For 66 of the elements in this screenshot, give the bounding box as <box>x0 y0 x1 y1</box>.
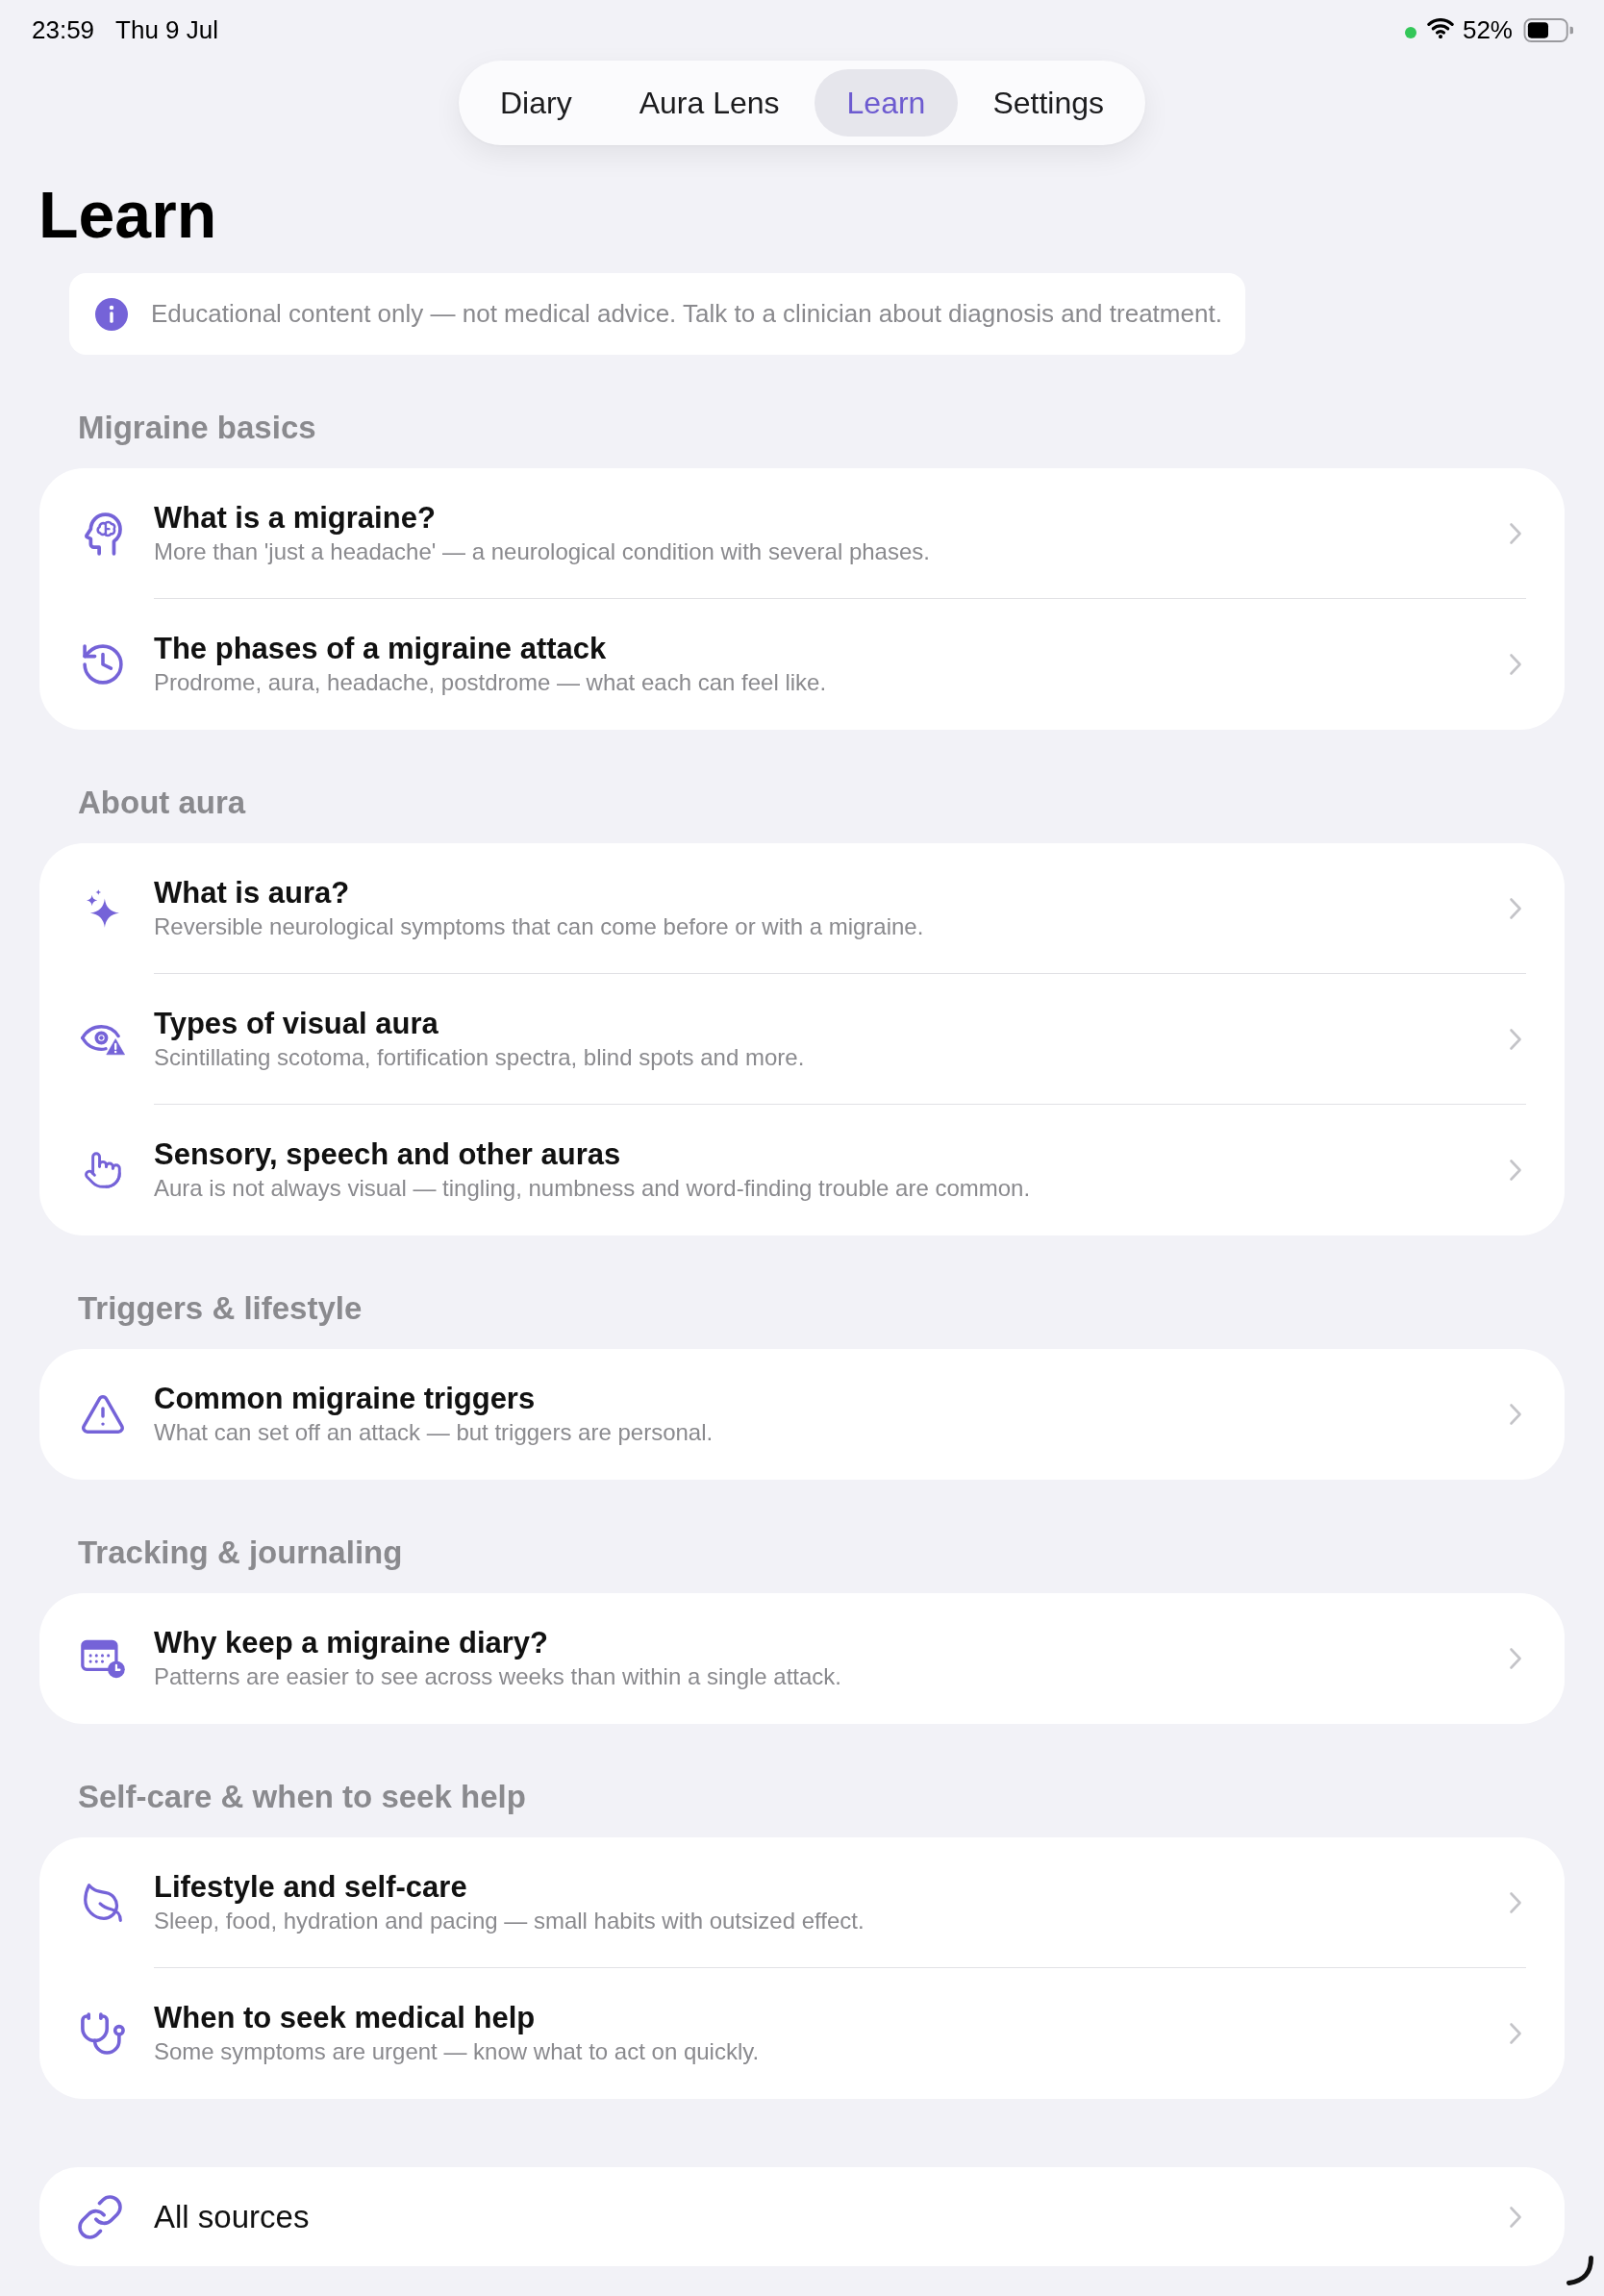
topic-title: What is aura? <box>154 874 350 911</box>
warning-icon <box>82 1395 124 1434</box>
chevron-icon <box>1509 2022 1522 2045</box>
wifi-icon <box>1426 18 1454 38</box>
chevron-icon <box>1509 1027 1522 1051</box>
sources-link[interactable]: All sources <box>39 2167 1565 2266</box>
tab[interactable]: Learn <box>814 69 959 137</box>
leaf-icon <box>84 1884 122 1922</box>
chevron-icon <box>1509 1403 1522 1426</box>
topic-title: The phases of a migraine attack <box>154 631 607 667</box>
topic-title: Lifestyle and self-care <box>154 1868 467 1906</box>
topic-description: Patterns are easier to see across weeks than within a single attack. <box>154 1662 842 1691</box>
info-icon <box>95 297 128 331</box>
topic-title: Why keep a migraine diary? <box>154 1625 549 1661</box>
topic-description: Prodrome, aura, headache, postdrome — what each can feel like. <box>154 668 827 697</box>
page-title: Learn <box>38 177 217 253</box>
topic-title: Common migraine triggers <box>154 1381 536 1417</box>
topic-description: Sleep, food, hydration and pacing — small habits with outsized effect. <box>154 1906 865 1935</box>
section-header: About aura <box>78 784 246 822</box>
topic-description: Reversible neurological symptoms that can come before or with a migraine. <box>154 911 924 941</box>
topic-row[interactable]: Types of visual aura Scintillating scotoma, fortification spectra, blind spots and more. <box>39 974 1565 1105</box>
chevron-icon <box>1509 1890 1522 1914</box>
notice-text: Educational content only — not medical advice. Talk to a clinician about diagnosis and treatment. <box>151 299 1222 329</box>
calendar-clock-icon <box>81 1638 125 1679</box>
section-header: Triggers & lifestyle <box>78 1289 363 1328</box>
link-icon <box>78 2194 122 2239</box>
sparkle-icon <box>87 889 119 928</box>
clock-arrow-icon <box>83 644 123 685</box>
topic-description: Aura is not always visual — tingling, numbness and word-finding trouble are common. <box>154 1174 1031 1203</box>
section-header: Migraine basics <box>78 409 316 447</box>
battery-icon <box>1523 18 1574 42</box>
topic-row[interactable]: What is a migraine? More than 'just a headache' — a neurological condition with several phases. <box>39 468 1565 599</box>
tab[interactable]: Diary <box>467 69 605 137</box>
scroll-indicator <box>1566 2255 1594 2286</box>
stethoscope-icon <box>81 2010 125 2057</box>
topic-row[interactable]: Lifestyle and self-care Sleep, food, hydration and pacing — small habits with outsized effect. <box>39 1837 1565 1968</box>
pointing-hand-icon <box>85 1152 121 1188</box>
battery-percentage: 52% <box>1462 15 1513 45</box>
topic-description: More than 'just a headache' — a neurological condition with several phases. <box>154 537 930 566</box>
section-header: Self-care & when to seek help <box>78 1778 526 1816</box>
topic-title: Types of visual aura <box>154 1005 439 1042</box>
topic-row[interactable]: When to seek medical help Some symptoms are urgent — know what to act on quickly. <box>39 1968 1565 2099</box>
tab[interactable]: Aura Lens <box>606 69 813 137</box>
chevron-icon <box>1509 1647 1522 1670</box>
topic-row[interactable]: Why keep a migraine diary? Patterns are easier to see across weeks than within a single attack. <box>39 1593 1565 1724</box>
topic-description: What can set off an attack — but triggers are personal. <box>154 1418 714 1447</box>
status-date: Thu 9 Jul <box>115 15 219 45</box>
topic-title: Sensory, speech and other auras <box>154 1136 621 1173</box>
topic-row[interactable]: The phases of a migraine attack Prodrome, aura, headache, postdrome — what each can feel like. <box>39 599 1565 730</box>
indicator-dot-icon <box>1404 27 1416 38</box>
topic-row[interactable]: Sensory, speech and other auras Aura is not always visual — tingling, numbness and word-finding trouble are common. <box>39 1105 1565 1235</box>
brain-head-icon <box>84 512 122 556</box>
topic-row[interactable]: Common migraine triggers What can set off an attack — but triggers are personal. <box>39 1349 1565 1480</box>
topic-title: When to seek medical help <box>154 2000 536 2036</box>
topic-description: Some symptoms are urgent — know what to act on quickly. <box>154 2037 760 2066</box>
chevron-icon <box>1509 521 1522 545</box>
chevron-icon <box>1509 653 1522 676</box>
chevron-icon <box>1509 2205 1522 2229</box>
section-header: Tracking & journaling <box>78 1534 403 1572</box>
topic-title: What is a migraine? <box>154 499 436 537</box>
topic-row[interactable]: What is aura? Reversible neurological symptoms that can come before or with a migraine. <box>39 843 1565 974</box>
status-time: 23:59 <box>32 15 95 45</box>
chevron-icon <box>1509 1159 1522 1182</box>
tab[interactable]: Settings <box>960 69 1137 137</box>
chevron-icon <box>1509 896 1522 920</box>
topic-description: Scintillating scotoma, fortification spectra, blind spots and more. <box>154 1042 805 1072</box>
